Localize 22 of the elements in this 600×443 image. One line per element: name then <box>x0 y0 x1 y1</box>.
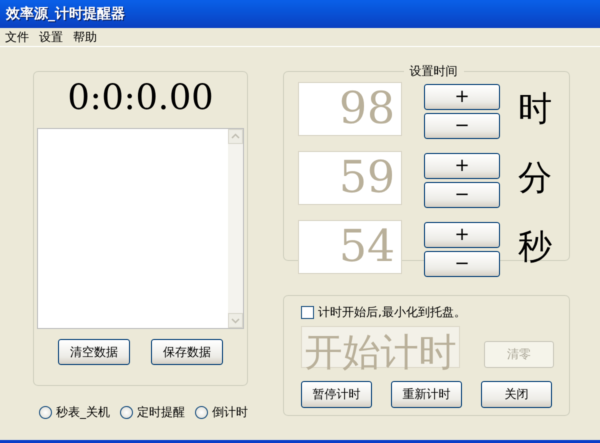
checkbox[interactable] <box>301 306 314 319</box>
menu-item[interactable]: 文件 <box>0 28 34 46</box>
radio-button[interactable] <box>195 406 208 419</box>
radio-label: 倒计时 <box>212 404 248 421</box>
pause-button[interactable]: 暂停计时 <box>301 381 372 408</box>
time-display: 0:0:0.00 <box>67 78 214 120</box>
checkbox-label: 计时开始后,最小化到托盘。 <box>318 304 466 321</box>
group-title: 设置时间 <box>408 63 458 80</box>
unit-label: 分 <box>518 157 552 200</box>
menu-item[interactable]: 帮助 <box>68 28 102 46</box>
unit-label: 秒 <box>518 226 552 269</box>
save-data-button[interactable]: 保存数据 <box>151 339 223 365</box>
window-title: 效率源_计时提醒器 <box>6 5 125 23</box>
radio-label: 定时提醒 <box>137 404 185 421</box>
clear-data-button[interactable]: 清空数据 <box>58 339 130 365</box>
unit-label: 时 <box>518 88 552 131</box>
menu-item[interactable]: 设置 <box>34 28 68 46</box>
restart-button[interactable]: 重新计时 <box>391 381 462 408</box>
radio-button[interactable] <box>120 406 133 419</box>
radio-label: 秒表_关机 <box>56 404 110 421</box>
close-button[interactable]: 关闭 <box>481 381 552 408</box>
radio-button[interactable] <box>39 406 52 419</box>
